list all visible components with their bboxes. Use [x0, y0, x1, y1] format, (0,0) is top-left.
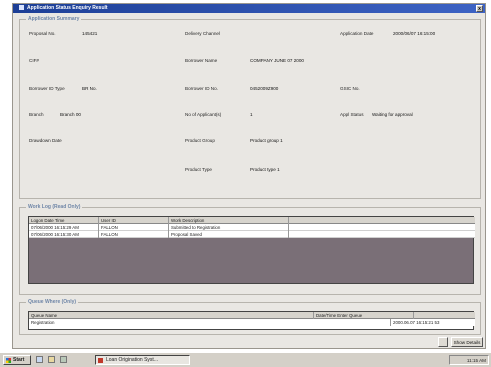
table-row[interactable]: Registration 2000.06.07 16:15:21 53	[29, 319, 475, 326]
application-summary-group: Application Summary Proposal No. 145421 …	[19, 16, 481, 199]
branch-label: Branch	[29, 112, 44, 117]
borrower-id-type-label: Borrower ID Type	[29, 86, 65, 91]
no-applicants-label: No of Applicant(s)	[185, 112, 222, 117]
borrower-id-no-label: Borrower ID No.	[185, 86, 218, 91]
table-row[interactable]: 07/06/2000 16:15:30 AM FALLON Proposal S…	[29, 231, 475, 238]
proposal-no-label: Proposal No.	[29, 31, 56, 36]
taskbar-app-button[interactable]: Loan Origination Syst...	[95, 355, 190, 365]
work-description-cell: Submitted to Registration	[169, 224, 289, 231]
show-details-button[interactable]: Show Details	[451, 337, 483, 347]
product-type-label: Product Type	[185, 167, 212, 172]
product-group-label: Product Group	[185, 138, 215, 143]
quick-launch-desktop-icon[interactable]	[60, 356, 67, 363]
taskbar-app-label: Loan Origination Syst...	[106, 357, 158, 363]
gsic-label: GSIC No.	[340, 86, 360, 91]
column-header-logon-date[interactable]: Logon Date Time	[29, 217, 99, 224]
logon-date-cell: 07/06/2000 16:15:29 AM	[29, 224, 99, 231]
user-id-cell: FALLON	[99, 231, 169, 238]
borrower-id-no-value: 0452009Z900	[250, 86, 279, 91]
clock: 11:15 AM	[466, 358, 486, 363]
taskbar: Start Loan Origination Syst... 11:15 AM	[0, 352, 491, 367]
work-log-group: Work Log (Read Only) Logon Date Time Use…	[19, 204, 481, 295]
column-header-user-id[interactable]: User ID	[99, 217, 169, 224]
application-date-value: 2000/06/07 16:15:00	[393, 31, 436, 36]
borrower-name-label: Borrower Name	[185, 58, 218, 63]
logon-date-cell: 07/06/2000 16:15:30 AM	[29, 231, 99, 238]
queue-header-row: Queue Name Date/Time Enter Queue	[29, 312, 475, 319]
title-bar: Application Status Enquiry Result x	[13, 4, 485, 13]
table-row[interactable]: 07/06/2000 16:15:29 AM FALLON Submitted …	[29, 224, 475, 231]
quick-launch-folder-icon[interactable]	[48, 356, 55, 363]
user-id-cell: FALLON	[99, 224, 169, 231]
queue-legend: Queue Where (Only)	[26, 299, 79, 305]
app-icon	[19, 4, 24, 10]
small-button[interactable]	[438, 337, 448, 347]
column-header-work-description[interactable]: Work Description	[169, 217, 289, 224]
proposal-no-value: 145421	[82, 31, 98, 36]
branch-value: Branch 00	[60, 112, 81, 117]
work-log-legend: Work Log (Read Only)	[26, 204, 83, 210]
product-type-value: Product type 1	[250, 167, 280, 172]
system-tray: 11:15 AM	[449, 355, 489, 365]
windows-logo-icon	[6, 358, 11, 363]
queue-group: Queue Where (Only) Queue Name Date/Time …	[19, 299, 481, 335]
appl-status-value: Waiting for approval	[372, 112, 413, 117]
queue-table[interactable]: Queue Name Date/Time Enter Queue Registr…	[28, 311, 475, 330]
work-log-header-row: Logon Date Time User ID Work Description	[29, 217, 475, 224]
product-group-value: Product group 1	[250, 138, 283, 143]
window-title: Application Status Enquiry Result	[27, 5, 108, 11]
work-log-table[interactable]: Logon Date Time User ID Work Description…	[28, 216, 475, 284]
application-summary-legend: Application Summary	[26, 16, 82, 22]
no-applicants-value: 1	[250, 112, 253, 117]
appl-status-label: Appl Status	[340, 112, 364, 117]
date-enter-queue-cell: 2000.06.07 16:15:21 53	[393, 320, 440, 325]
queue-name-cell: Registration	[29, 319, 391, 326]
borrower-id-type-value: BR No.	[82, 86, 97, 91]
close-button[interactable]: x	[476, 5, 483, 12]
work-description-cell: Proposal Saved	[169, 231, 289, 238]
start-button[interactable]: Start	[3, 355, 31, 365]
app-task-icon	[98, 358, 103, 363]
start-label: Start	[13, 357, 25, 363]
quick-launch-ie-icon[interactable]	[36, 356, 43, 363]
column-header-queue-name[interactable]: Queue Name	[29, 312, 314, 319]
cif-label: CIF#	[29, 58, 39, 63]
column-header-date-enter-queue[interactable]: Date/Time Enter Queue	[314, 312, 414, 319]
borrower-name-value: COMPANY JUNE 07 2000	[250, 58, 304, 63]
drawdown-label: Drawdown Date	[29, 138, 62, 143]
application-date-label: Application Date	[340, 31, 374, 36]
delivery-channel-label: Delivery Channel	[185, 31, 220, 36]
app-window: Application Status Enquiry Result x Appl…	[12, 3, 486, 349]
